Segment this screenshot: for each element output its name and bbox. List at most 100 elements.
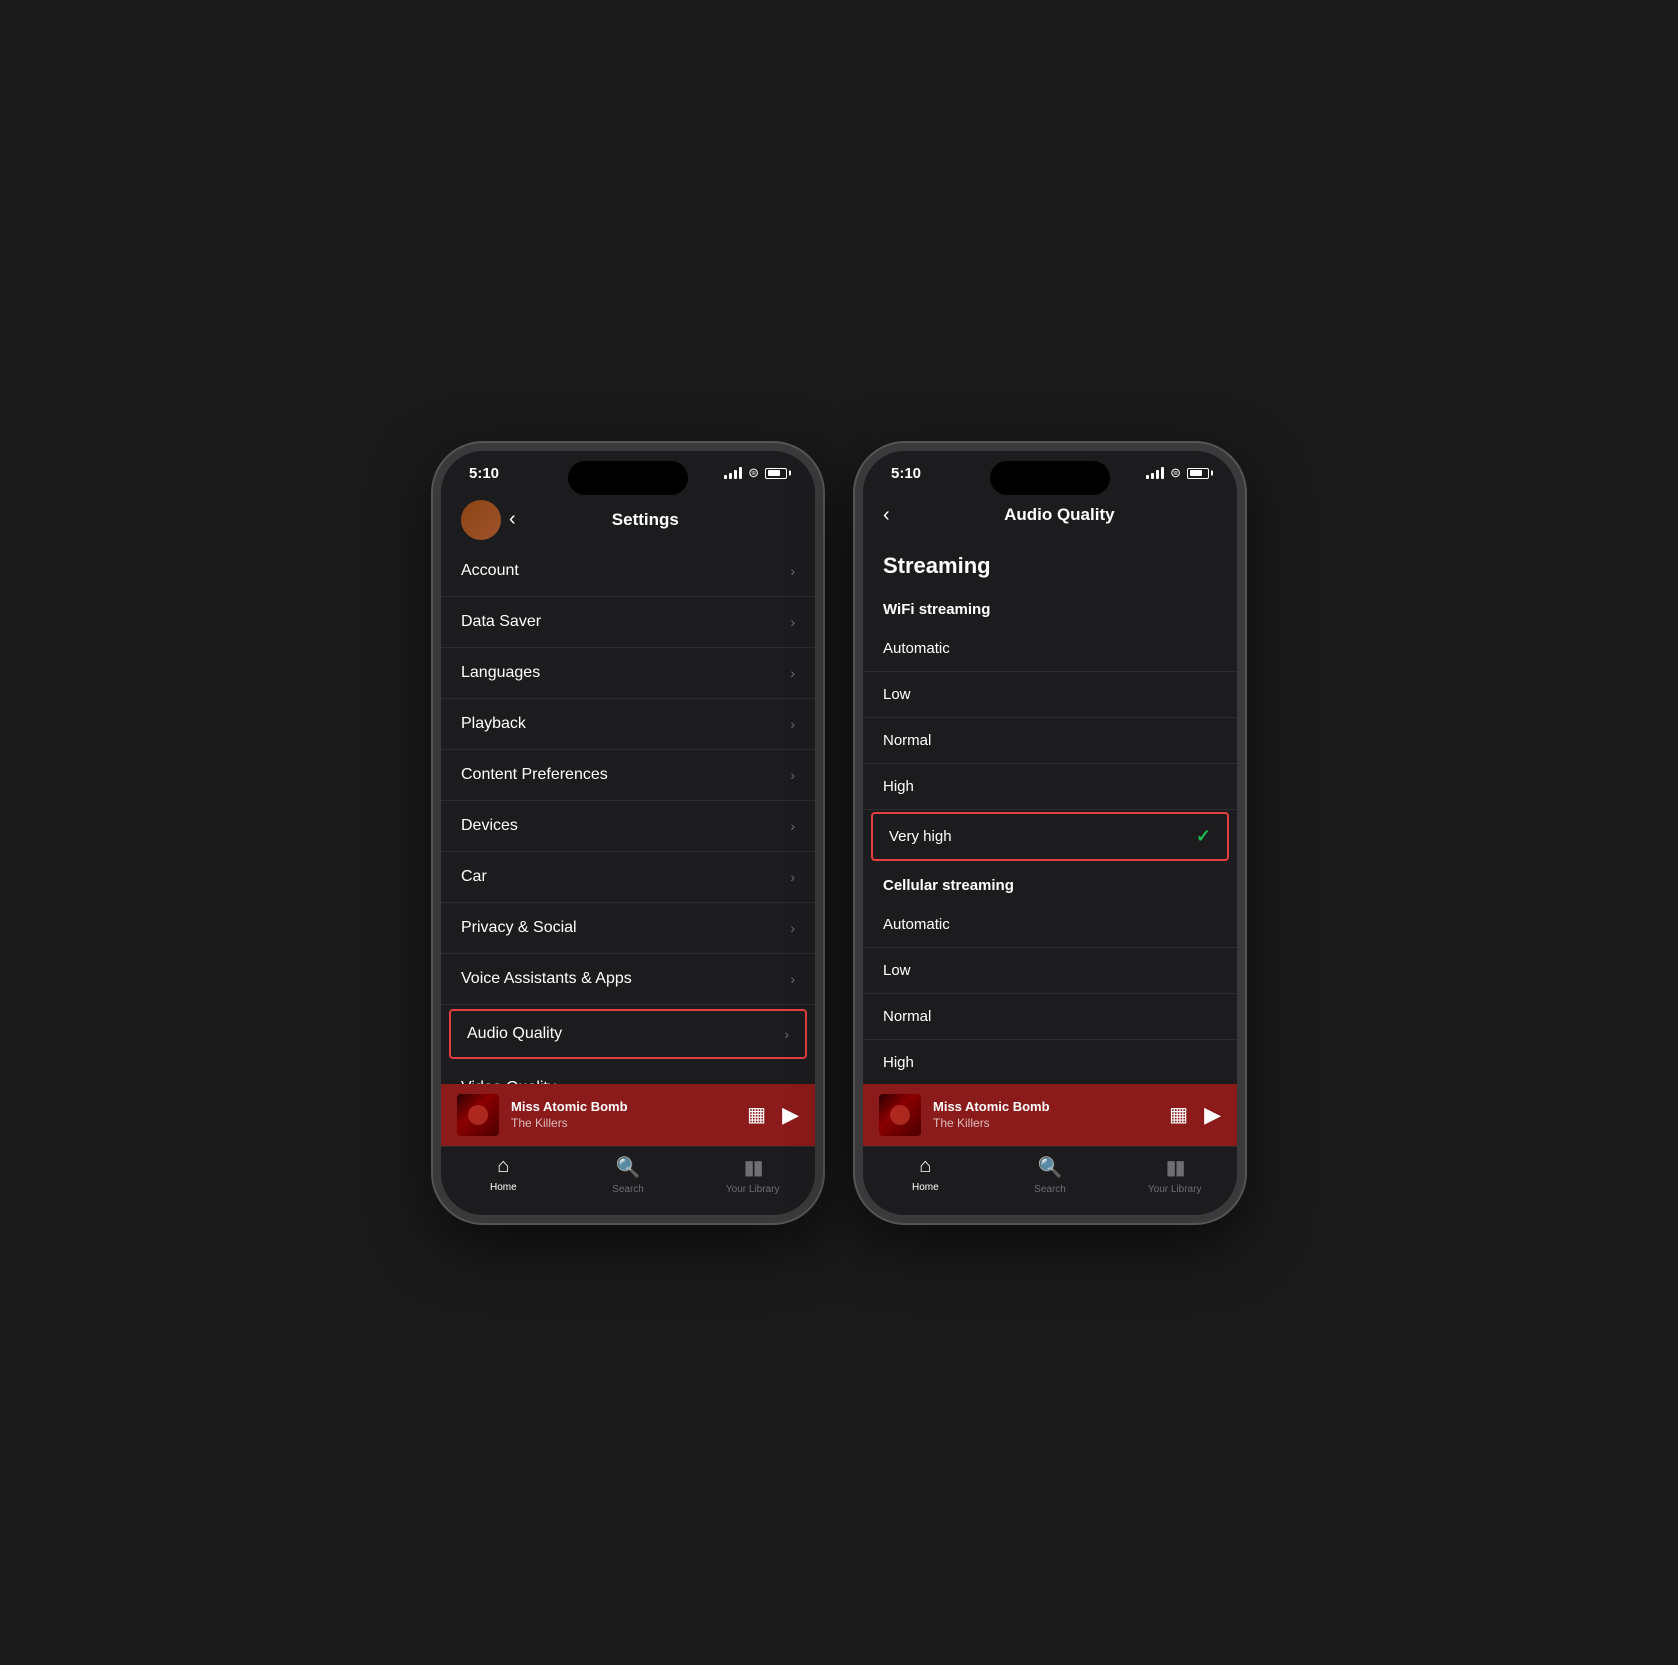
option-label: Automatic [883, 640, 1217, 657]
streaming-header: Streaming [863, 537, 1237, 587]
wifi-option-normal[interactable]: Normal [863, 718, 1237, 764]
settings-item-label: Voice Assistants & Apps [461, 970, 790, 988]
settings-item-label: Languages [461, 664, 790, 682]
mini-player[interactable]: Miss Atomic Bomb The Killers ▦ ▶ [441, 1084, 815, 1146]
wifi-option-low[interactable]: Low [863, 672, 1237, 718]
settings-item-video-quality[interactable]: Video Quality › [441, 1063, 815, 1084]
tab-home-label: Home [490, 1182, 517, 1193]
settings-item-content-preferences[interactable]: Content Preferences › [441, 750, 815, 801]
audio-quality-content: Streaming WiFi streaming Automatic Low N… [863, 537, 1237, 1084]
wifi-option-very-high[interactable]: Very high ✓ [871, 812, 1229, 861]
tab-home-label: Home [912, 1182, 939, 1193]
player-controls: ▦ ▶ [1169, 1102, 1221, 1128]
signal-bars-icon [1146, 467, 1164, 479]
tab-home[interactable]: ⌂ Home [863, 1155, 988, 1195]
track-artist: The Killers [933, 1116, 1157, 1130]
wifi-option-high[interactable]: High [863, 764, 1237, 810]
search-icon: 🔍 [616, 1155, 641, 1180]
tab-library[interactable]: ▮▮ Your Library [1112, 1155, 1237, 1195]
cell-option-low[interactable]: Low [863, 948, 1237, 994]
option-label: Low [883, 686, 1217, 703]
settings-item-voice-assistants[interactable]: Voice Assistants & Apps › [441, 954, 815, 1005]
track-info: Miss Atomic Bomb The Killers [933, 1099, 1157, 1130]
phone-settings: 5:10 ⊜ ‹ Settings Account › Data Saver › [433, 443, 823, 1223]
settings-item-label: Data Saver [461, 613, 790, 631]
tab-search[interactable]: 🔍 Search [566, 1155, 691, 1195]
settings-item-label: Account [461, 562, 790, 580]
signal-bars-icon [724, 467, 742, 479]
play-button[interactable]: ▶ [782, 1102, 799, 1128]
status-time: 5:10 [891, 465, 921, 482]
chevron-right-icon: › [790, 716, 795, 732]
option-label: Low [883, 962, 1217, 979]
settings-item-account[interactable]: Account › [441, 546, 815, 597]
option-label: High [883, 1054, 1217, 1071]
option-label: Very high [889, 828, 1196, 845]
settings-item-data-saver[interactable]: Data Saver › [441, 597, 815, 648]
chevron-right-icon: › [790, 971, 795, 987]
audio-quality-scroll[interactable]: Streaming WiFi streaming Automatic Low N… [863, 537, 1237, 1084]
tab-search-label: Search [612, 1184, 644, 1195]
option-label: Normal [883, 732, 1217, 749]
settings-item-playback[interactable]: Playback › [441, 699, 815, 750]
home-icon: ⌂ [919, 1155, 931, 1178]
tab-bar: ⌂ Home 🔍 Search ▮▮ Your Library [863, 1146, 1237, 1215]
nav-bar: ‹ Audio Quality [863, 490, 1237, 537]
connect-devices-icon[interactable]: ▦ [747, 1102, 766, 1127]
chevron-right-icon: › [790, 818, 795, 834]
battery-icon [765, 468, 787, 479]
option-label: Automatic [883, 916, 1217, 933]
checkmark-icon: ✓ [1196, 826, 1211, 847]
album-art [457, 1094, 499, 1136]
play-button[interactable]: ▶ [1204, 1102, 1221, 1128]
nav-bar: ‹ Settings [441, 490, 815, 546]
settings-item-label: Audio Quality [467, 1025, 784, 1043]
tab-search[interactable]: 🔍 Search [988, 1155, 1113, 1195]
settings-item-devices[interactable]: Devices › [441, 801, 815, 852]
cell-option-high[interactable]: High [863, 1040, 1237, 1084]
settings-item-label: Privacy & Social [461, 919, 790, 937]
settings-item-label: Video Quality [461, 1079, 790, 1084]
library-icon: ▮▮ [744, 1155, 762, 1180]
chevron-right-icon: › [790, 869, 795, 885]
wifi-icon: ⊜ [1170, 465, 1181, 481]
settings-scroll[interactable]: Account › Data Saver › Languages › Playb… [441, 546, 815, 1084]
track-title: Miss Atomic Bomb [511, 1099, 735, 1114]
settings-item-privacy-social[interactable]: Privacy & Social › [441, 903, 815, 954]
chevron-right-icon: › [790, 614, 795, 630]
chevron-right-icon: › [790, 767, 795, 783]
back-button[interactable]: ‹ [509, 504, 524, 535]
settings-item-car[interactable]: Car › [441, 852, 815, 903]
cell-option-normal[interactable]: Normal [863, 994, 1237, 1040]
chevron-right-icon: › [790, 563, 795, 579]
search-icon: 🔍 [1038, 1155, 1063, 1180]
cellular-streaming-header: Cellular streaming [863, 863, 1237, 902]
wifi-option-automatic[interactable]: Automatic [863, 626, 1237, 672]
settings-item-languages[interactable]: Languages › [441, 648, 815, 699]
album-art [879, 1094, 921, 1136]
tab-library[interactable]: ▮▮ Your Library [690, 1155, 815, 1195]
settings-item-label: Devices [461, 817, 790, 835]
connect-devices-icon[interactable]: ▦ [1169, 1102, 1188, 1127]
settings-item-audio-quality[interactable]: Audio Quality › [449, 1009, 807, 1059]
option-label: High [883, 778, 1217, 795]
dynamic-island [568, 461, 688, 495]
track-info: Miss Atomic Bomb The Killers [511, 1099, 735, 1130]
settings-item-label: Content Preferences [461, 766, 790, 784]
tab-library-label: Your Library [1148, 1184, 1202, 1195]
settings-item-label: Playback [461, 715, 790, 733]
chevron-right-icon: › [790, 1080, 795, 1084]
back-button[interactable]: ‹ [883, 500, 898, 531]
option-label: Normal [883, 1008, 1217, 1025]
settings-list: Account › Data Saver › Languages › Playb… [441, 546, 815, 1084]
track-artist: The Killers [511, 1116, 735, 1130]
player-controls: ▦ ▶ [747, 1102, 799, 1128]
tab-home[interactable]: ⌂ Home [441, 1155, 566, 1195]
status-icons: ⊜ [1146, 465, 1209, 481]
mini-player[interactable]: Miss Atomic Bomb The Killers ▦ ▶ [863, 1084, 1237, 1146]
cell-option-automatic[interactable]: Automatic [863, 902, 1237, 948]
chevron-right-icon: › [790, 665, 795, 681]
page-title: Settings [524, 510, 767, 530]
wifi-icon: ⊜ [748, 465, 759, 481]
settings-item-label: Car [461, 868, 790, 886]
